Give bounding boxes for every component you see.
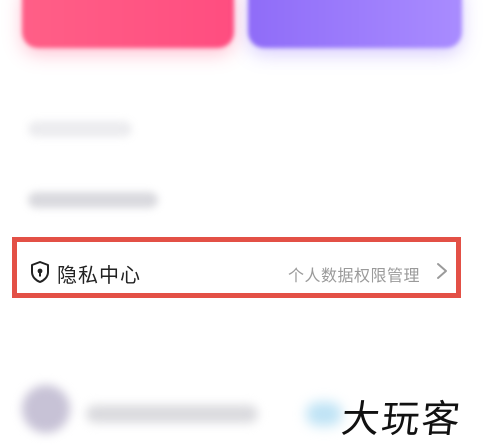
privacy-center-row[interactable]: 隐私中心 个人数据权限管理 [12, 237, 461, 298]
blurred-username [86, 405, 258, 423]
blurred-menu-item[interactable] [28, 192, 158, 208]
privacy-center-title: 隐私中心 [57, 263, 141, 287]
privacy-center-description: 个人数据权限管理 [287, 266, 420, 285]
promo-card-pink[interactable] [22, 0, 234, 48]
chevron-right-icon [437, 263, 447, 279]
blurred-menu-item[interactable] [28, 121, 132, 137]
shield-lock-icon [31, 261, 49, 283]
promo-card-purple[interactable] [248, 0, 462, 48]
watermark-logo: 大玩客 [339, 397, 464, 441]
avatar[interactable] [22, 385, 70, 433]
blurred-badge [306, 402, 342, 426]
